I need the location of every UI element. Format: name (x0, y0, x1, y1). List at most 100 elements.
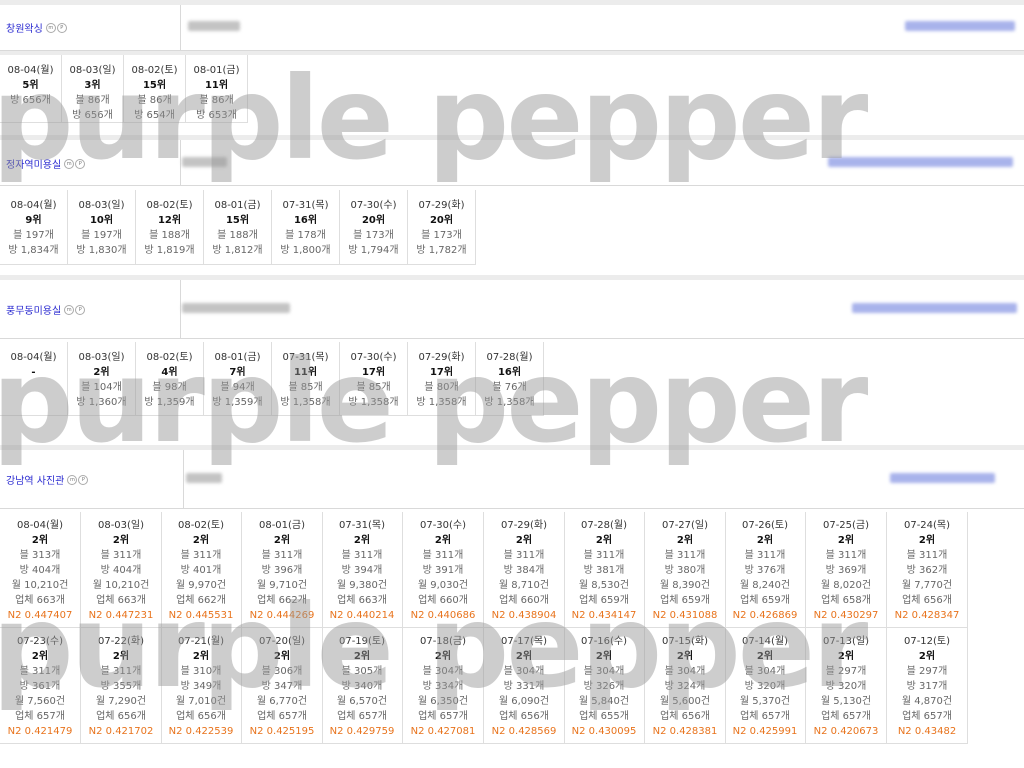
rank-date: 07-30(수) (350, 200, 397, 211)
rank-cell: 07-16(수) 2위 블 304개 방 326개 월 5,840건 업체 655개 N2 … (564, 628, 645, 744)
keyword-link[interactable]: 강남역 사진관 m P (6, 472, 89, 487)
mobile-badge-icon: m (64, 304, 75, 315)
mobile-badge-icon: m (67, 474, 78, 485)
rank-metric: 방 1,830개 (76, 245, 127, 256)
rank-metric: 방 1,782개 (416, 245, 467, 256)
rank-metric: 방 361개 (19, 681, 61, 692)
rank-metric: 업체 663개 (96, 595, 146, 606)
rank-metric: 방 1,358개 (280, 397, 331, 408)
rank-metric: 방 355개 (100, 681, 142, 692)
keyword-name[interactable]: 정자역미용실 (6, 156, 61, 171)
rank-date: 07-24(목) (903, 520, 951, 531)
blurred-url-link[interactable] (890, 473, 995, 483)
rank-metric: 월 4,870건 (901, 696, 953, 707)
rank-date: 08-04(월) (16, 520, 64, 531)
n2-score: N2 0.425991 (732, 726, 798, 737)
rank-metric: 업체 657개 (257, 711, 307, 722)
rank-metric: 월 5,370건 (739, 696, 791, 707)
rank-cell: 07-17(목) 2위 블 304개 방 331개 월 6,090건 업체 656개 N2 … (484, 628, 565, 744)
rank-cell: 07-27(일) 2위 블 311개 방 380개 월 8,390건 업체 659개 N2 … (645, 512, 726, 628)
rank-date: 07-29(화) (418, 200, 465, 211)
rank-cell: 08-03(일) 2위 블 104개 방 1,360개 (68, 342, 136, 416)
rank-metric: 방 656개 (72, 110, 113, 121)
rank-cell: 07-20(일) 2위 블 306개 방 347개 월 6,770건 업체 657개 N2 … (242, 628, 323, 744)
header-divider (183, 450, 184, 508)
rank-date: 08-01(금) (214, 200, 261, 211)
rank-metric: 블 311개 (100, 550, 142, 561)
rank-metric: 방 1,358개 (348, 397, 399, 408)
rank-value: 2위 (434, 651, 452, 662)
rank-metric: 월 5,600건 (659, 696, 711, 707)
n2-score: N2 0.438904 (491, 610, 557, 621)
rank-value: 2위 (595, 535, 613, 546)
rank-metric: 방 1,359개 (144, 397, 195, 408)
rank-metric: 블 311개 (19, 666, 61, 677)
rank-date: 07-30(수) (419, 520, 467, 531)
rank-metric: 방 324개 (664, 681, 706, 692)
blurred-url-link[interactable] (905, 21, 1015, 31)
rank-metric: 블 304개 (664, 666, 706, 677)
rank-cell: 08-01(금) 2위 블 311개 방 396개 월 9,710건 업체 662개 N2 … (242, 512, 323, 628)
rank-metric: 방 381개 (583, 565, 625, 576)
rank-metric: 업체 659개 (660, 595, 710, 606)
rank-metric: 방 401개 (180, 565, 222, 576)
keyword-link[interactable]: 풍무동미용실 m P (6, 302, 86, 317)
rank-cell: 07-24(목) 2위 블 311개 방 362개 월 7,770건 업체 656개 N2 … (887, 512, 968, 628)
rank-date: 07-17(목) (500, 636, 548, 647)
rank-metric: 업체 660개 (499, 595, 549, 606)
rank-metric: 방 334개 (422, 681, 464, 692)
n2-score: N2 0.43482 (897, 726, 957, 737)
rank-metric: 블 104개 (81, 382, 122, 393)
pc-badge-icon: P (78, 474, 89, 485)
rank-date: 08-03(일) (78, 200, 125, 211)
rank-value: 15위 (225, 215, 250, 226)
rank-date: 07-13(일) (822, 636, 870, 647)
rank-value: 2위 (31, 535, 49, 546)
keyword-link[interactable]: 정자역미용실 m P (6, 156, 86, 171)
rank-date: 07-15(화) (661, 636, 709, 647)
blurred-url-link[interactable] (852, 303, 1017, 313)
rank-value: 2위 (93, 367, 110, 378)
rank-cell: 07-23(수) 2위 블 311개 방 361개 월 7,560건 업체 657개 N2 … (0, 628, 81, 744)
rank-value: 5위 (22, 80, 39, 91)
keyword-name[interactable]: 풍무동미용실 (6, 302, 61, 317)
keyword-name[interactable]: 창원왁싱 (6, 20, 43, 35)
rank-cell: 07-25(금) 2위 블 311개 방 369개 월 8,020건 업체 658개 N2 … (806, 512, 887, 628)
rank-date: 08-04(월) (10, 200, 57, 211)
rank-value: 4위 (161, 367, 178, 378)
rank-metric: 월 10,210건 (11, 580, 69, 591)
rank-cell: 08-03(일) 3위 블 86개 방 656개 (62, 55, 124, 123)
n2-score: N2 0.430095 (571, 726, 637, 737)
n2-score: N2 0.428347 (894, 610, 960, 621)
rank-value: 2위 (676, 535, 694, 546)
rank-date: 08-02(토) (131, 65, 178, 76)
rank-cell: 07-30(수) 20위 블 173개 방 1,794개 (340, 190, 408, 265)
rank-metric: 블 311개 (906, 550, 948, 561)
blurred-url-link[interactable] (828, 157, 1013, 167)
rank-value: 3위 (84, 80, 101, 91)
keyword-name[interactable]: 강남역 사진관 (6, 472, 64, 487)
rank-date: 07-12(토) (903, 636, 951, 647)
rank-cell: 07-12(토) 2위 블 297개 방 317개 월 4,870건 업체 657개 N2 … (887, 628, 968, 744)
rank-date: 07-31(목) (282, 200, 329, 211)
rank-cell: 07-28(월) 2위 블 311개 방 381개 월 8,530건 업체 659개 N2 … (564, 512, 645, 628)
keyword-badges: mP (45, 22, 67, 33)
rank-metric: 업체 657개 (821, 711, 871, 722)
rank-metric: 방 396개 (261, 565, 303, 576)
rank-cell: 08-02(토) 2위 블 311개 방 401개 월 9,970건 업체 662개 N2 … (161, 512, 242, 628)
n2-score: N2 0.425195 (249, 726, 315, 737)
rank-metric: 블 311개 (180, 550, 222, 561)
rank-cell: 08-04(월) 9위 블 197개 방 1,834개 (0, 190, 68, 265)
rank-date: 08-02(토) (177, 520, 225, 531)
rank-value: 20위 (361, 215, 386, 226)
rank-metric: 블 297개 (825, 666, 867, 677)
rank-metric: 방 1,359개 (212, 397, 263, 408)
rank-metric: 블 311개 (664, 550, 706, 561)
rank-metric: 월 6,350건 (417, 696, 469, 707)
n2-score: N2 0.429759 (329, 726, 395, 737)
n2-score: N2 0.430297 (813, 610, 879, 621)
rank-metric: 월 7,290건 (95, 696, 147, 707)
rank-metric: 블 311개 (100, 666, 142, 677)
rank-metric: 블 173개 (421, 230, 462, 241)
keyword-link[interactable]: 창원왁싱 m P (6, 20, 67, 35)
